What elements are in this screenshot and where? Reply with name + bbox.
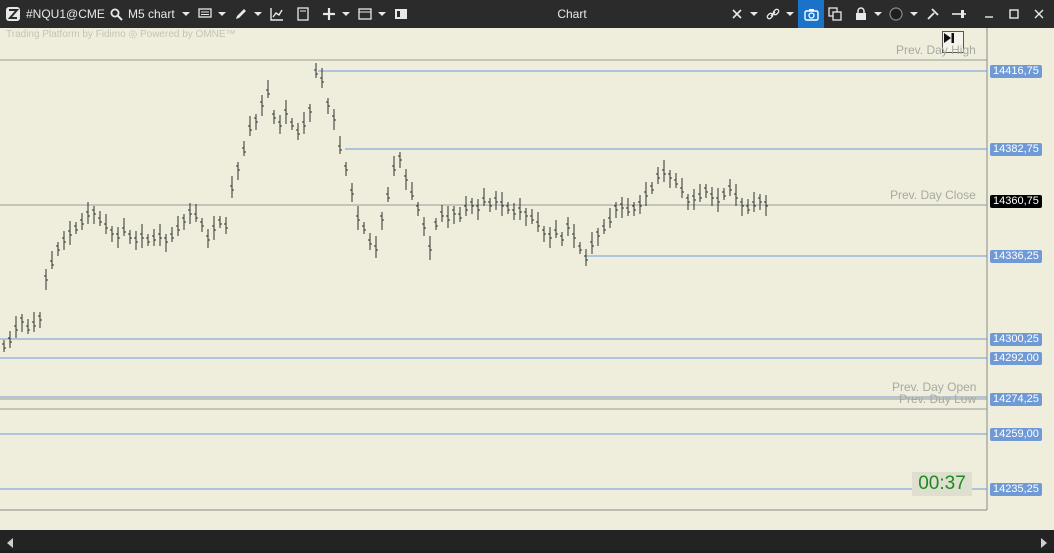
comment-chevron-down-icon[interactable]: [216, 0, 228, 28]
chart-canvas[interactable]: [0, 28, 1054, 530]
platform-watermark: Trading Platform by Fidimo ◎ Powered by …: [6, 29, 236, 40]
color-circle-icon[interactable]: [887, 0, 905, 28]
camera-snapshot-icon[interactable]: [798, 0, 824, 28]
cursor-mode-icon[interactable]: [728, 0, 746, 28]
plus-chevron-down-icon[interactable]: [340, 0, 352, 28]
price-level-tag[interactable]: 14274,25: [990, 393, 1042, 406]
window-title: Chart: [557, 7, 587, 21]
scroll-left-icon[interactable]: [6, 535, 14, 553]
prev-day-close-label: Prev. Day Close: [890, 188, 976, 202]
prev-day-high-label: Prev. Day High: [896, 43, 976, 57]
layout-chevron-down-icon[interactable]: [376, 0, 388, 28]
lock-icon[interactable]: [852, 0, 870, 28]
app-logo-icon: [4, 0, 22, 28]
horizontal-scrollbar[interactable]: [0, 530, 1054, 550]
pencil-chevron-down-icon[interactable]: [252, 0, 264, 28]
scroll-right-icon[interactable]: [1040, 535, 1048, 553]
search-icon[interactable]: [108, 0, 124, 28]
color-chevron-down-icon[interactable]: [908, 0, 920, 28]
price-level-tag[interactable]: 14259,00: [990, 428, 1042, 441]
price-chart[interactable]: Trading Platform by Fidimo ◎ Powered by …: [0, 28, 1054, 530]
tools-icon[interactable]: [924, 0, 942, 28]
price-level-tag[interactable]: 14416,75: [990, 65, 1042, 78]
link-icon[interactable]: [764, 0, 782, 28]
chart-toolbar: #NQU1@CME M5 chart Chart: [0, 0, 1054, 29]
price-level-tag[interactable]: 14382,75: [990, 143, 1042, 156]
timeframe-selector[interactable]: M5 chart: [128, 0, 180, 28]
comment-icon[interactable]: [196, 0, 214, 28]
indicator-chart-icon[interactable]: [268, 0, 286, 28]
split-view-icon[interactable]: [392, 0, 410, 28]
template-icon[interactable]: [294, 0, 312, 28]
price-level-tag[interactable]: 14336,25: [990, 250, 1042, 263]
price-level-tag[interactable]: 14300,25: [990, 333, 1042, 346]
prev-day-low-label: Prev. Day Low: [899, 392, 977, 406]
maximize-icon[interactable]: [1003, 0, 1025, 28]
pencil-icon[interactable]: [232, 0, 250, 28]
minimize-icon[interactable]: [978, 0, 1000, 28]
link-chevron-down-icon[interactable]: [784, 0, 796, 28]
pin-icon[interactable]: [950, 0, 968, 28]
timeframe-chevron-down-icon[interactable]: [180, 0, 192, 28]
current-price-tag: 14360,75: [990, 195, 1042, 208]
price-level-tag[interactable]: 14235,25: [990, 483, 1042, 496]
cursor-chevron-down-icon[interactable]: [748, 0, 760, 28]
bar-countdown-timer: 00:37: [912, 472, 972, 496]
window-layout-icon[interactable]: [356, 0, 374, 28]
lock-chevron-down-icon[interactable]: [872, 0, 884, 28]
close-icon[interactable]: [1028, 0, 1050, 28]
crosshair-plus-icon[interactable]: [320, 0, 338, 28]
symbol-selector[interactable]: #NQU1@CME: [26, 0, 108, 28]
price-level-tag[interactable]: 14292,00: [990, 352, 1042, 365]
clone-window-icon[interactable]: [826, 0, 844, 28]
